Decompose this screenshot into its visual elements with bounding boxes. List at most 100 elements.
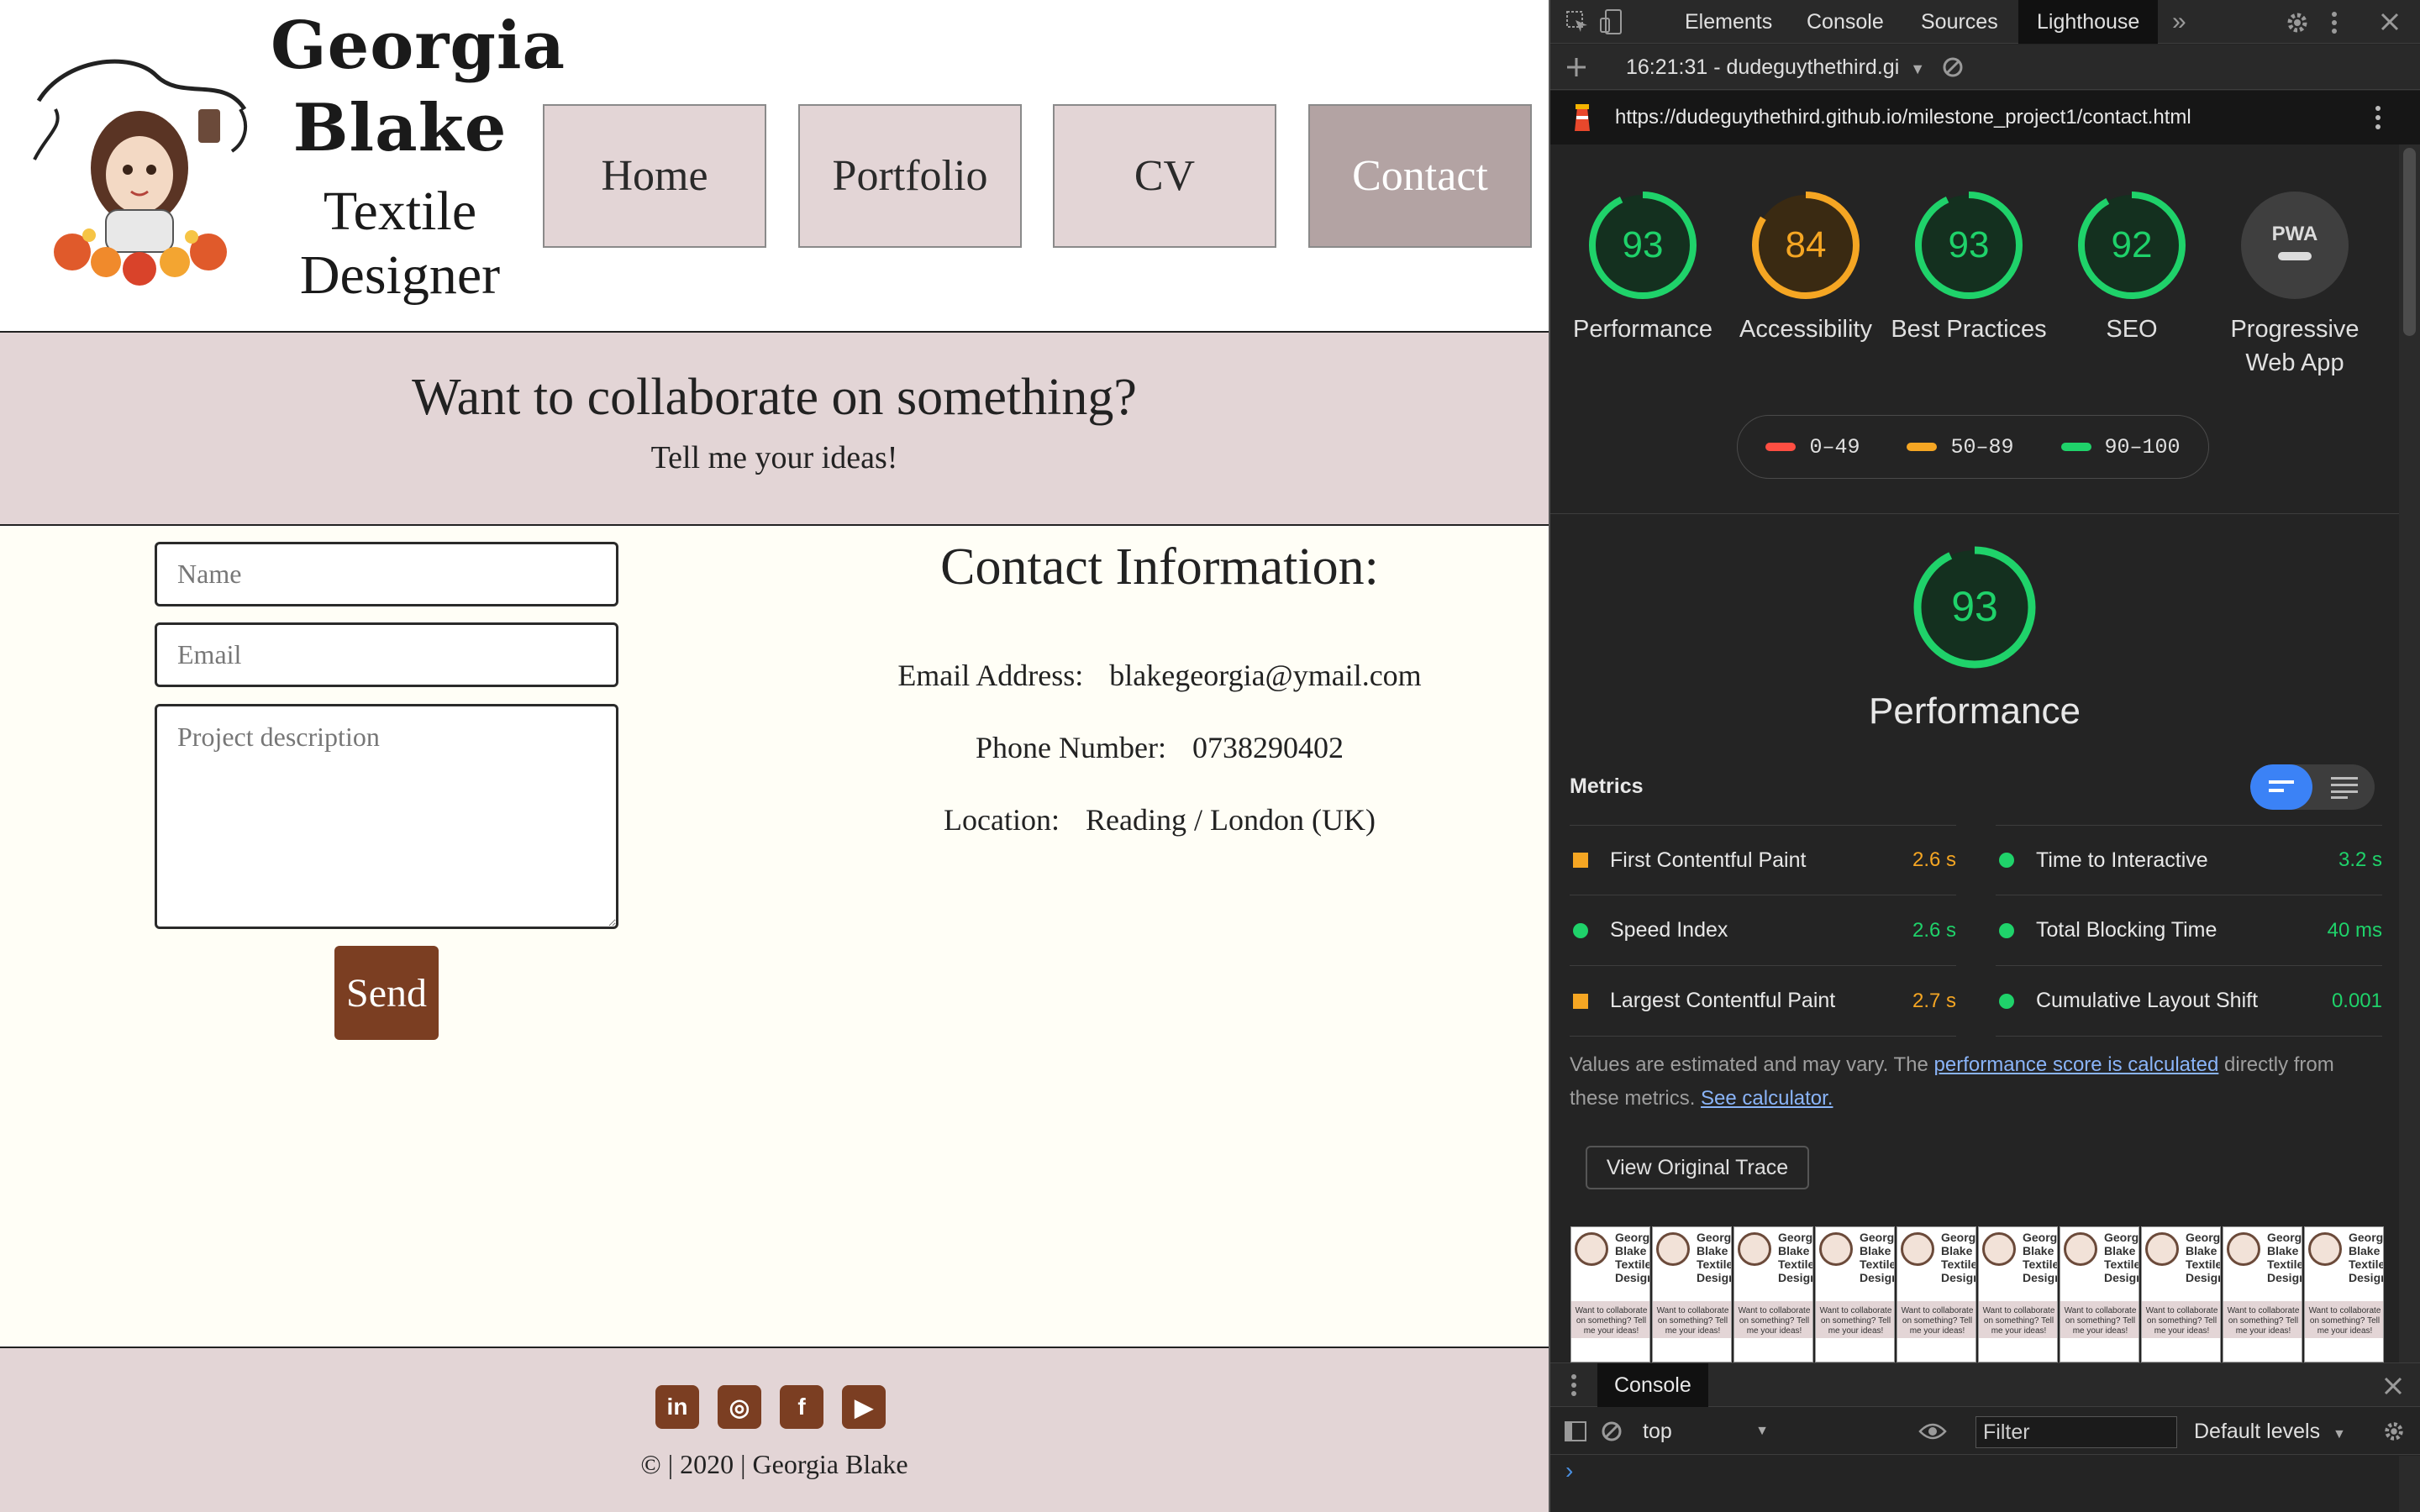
frame-logo [1819,1232,1853,1266]
kebab-menu-icon[interactable] [2330,10,2338,35]
settings-gear-icon[interactable] [2285,10,2310,35]
frame-logo [1901,1232,1934,1266]
linkedin-icon[interactable]: in [655,1385,699,1429]
contact-location-row: Location: Reading / London (UK) [840,784,1479,856]
facebook-icon[interactable]: f [780,1385,823,1429]
performance-title: Performance [1869,690,2081,732]
name-input[interactable] [155,542,618,606]
lighthouse-logo-icon [1575,104,1590,131]
brand-subtitle-2: Designer [299,244,501,306]
performance-section: 93 Performance Metrics First Contentful … [1550,514,2399,1362]
gauge-performance[interactable]: 93 Performance [1561,190,1724,346]
frame-hero-text: Want to collaborate on something? Tell m… [1656,1306,1729,1336]
filmstrip-frame: Georgia Blake Textile Designer Want to co… [2304,1226,2384,1362]
inspect-element-icon[interactable] [1565,10,1589,34]
report-selector[interactable]: 16:21:31 - dudeguythethird.gi ▼ [1626,45,1925,90]
devtools-tab-bar: Elements Console Sources Lighthouse » [1550,0,2420,44]
see-calculator-link[interactable]: See calculator. [1701,1087,1833,1110]
view-original-trace-button[interactable]: View Original Trace [1586,1146,1809,1189]
filmstrip-frame: Georgia Blake Textile Designer Want to co… [1570,1226,1650,1362]
report-scrollbar[interactable] [2399,144,2420,1362]
gauge-seo-value: 92 [2112,224,2153,265]
audited-url[interactable]: https://dudeguythethird.github.io/milest… [1615,91,2191,144]
blake-designs-logo[interactable] [30,42,257,294]
tab-lighthouse[interactable]: Lighthouse [2018,0,2159,44]
contact-location-value: Reading / London (UK) [1086,803,1376,837]
frame-heading: Georgia Blake Textile Designer [1860,1231,1895,1284]
scrollbar-thumb[interactable] [2403,148,2416,336]
legend-pass-range: 90–100 [2104,434,2181,459]
metric-name: Cumulative Layout Shift [2036,989,2259,1012]
device-toolbar-icon[interactable] [1599,8,1624,35]
tab-elements[interactable]: Elements [1685,0,1772,44]
expanded-view-icon [2331,777,2358,799]
contact-email-value: blakegeorgia@ymail.com [1109,659,1422,692]
gauge-seo[interactable]: 92 SEO [2050,190,2213,346]
console-prompt[interactable]: › [1565,1457,1573,1484]
tab-sources[interactable]: Sources [1921,0,1998,44]
frame-logo [1575,1232,1608,1266]
console-scrollbar[interactable] [2399,1456,2420,1512]
more-tabs-icon[interactable]: » [2172,0,2186,44]
gauge-accessibility-value: 84 [1786,224,1827,265]
filmstrip-frame: Georgia Blake Textile Designer Want to co… [1978,1226,2058,1362]
gauge-pwa-label: Progressive Web App [2230,316,2360,376]
send-button[interactable]: Send [334,946,439,1040]
tab-console[interactable]: Console [1807,0,1884,44]
drawer-menu-icon[interactable] [1570,1373,1577,1397]
metric-first-contentful-paint: First Contentful Paint 2.6 s [1570,825,1956,895]
metric-value: 3.2 s [2338,848,2382,871]
contact-email-row: Email Address: blakegeorgia@ymail.com [840,639,1479,711]
frame-logo [2064,1232,2097,1266]
site-header: Georgia Blake Textile Designer Home Port… [0,0,1549,333]
drawer-tab-console[interactable]: Console [1597,1363,1708,1407]
nav-contact[interactable]: Contact [1308,104,1532,248]
project-description-input[interactable] [155,704,618,929]
metric-value: 2.7 s [1912,989,1956,1012]
legend-pass: 90–100 [2060,434,2181,459]
gauge-performance-label: Performance [1572,316,1712,343]
console-drawer: Console top ▼ Default levels ▼ › [1550,1362,2420,1512]
filmstrip-frame: Georgia Blake Textile Designer Want to co… [1652,1226,1732,1362]
clear-console-icon[interactable] [1601,1420,1623,1442]
console-filter-input[interactable] [1975,1416,2177,1448]
nav-portfolio[interactable]: Portfolio [798,104,1022,248]
console-settings-gear-icon[interactable] [2382,1420,2406,1443]
gauge-best-practices[interactable]: 93 Best Practices [1887,190,2050,346]
legend-average: 50–89 [1907,435,2014,459]
filmstrip-frame: Georgia Blake Textile Designer Want to co… [2141,1226,2221,1362]
nav-home[interactable]: Home [543,104,766,248]
live-expression-eye-icon[interactable] [1918,1421,1947,1441]
instagram-icon[interactable]: ◎ [718,1385,761,1429]
report-menu-icon[interactable] [2374,104,2382,131]
frame-logo [1738,1232,1771,1266]
metric-value: 40 ms [2327,918,2382,942]
metrics-view-toggle[interactable] [2250,764,2375,810]
youtube-icon[interactable]: ▶ [842,1385,886,1429]
hero-title: Want to collaborate on something? [412,369,1137,426]
frame-logo [2145,1232,2179,1266]
frame-logo [1982,1232,2016,1266]
metric-name: Time to Interactive [2036,848,2208,872]
metric-value: 2.6 s [1912,918,1956,942]
report-selector-label: 16:21:31 - dudeguythethird.gi [1626,55,1900,79]
gauge-accessibility-ring: 84 [1752,192,1860,299]
log-levels-dropdown[interactable]: Default levels ▼ [2194,1408,2346,1455]
sidebar-toggle-icon[interactable] [1564,1420,1587,1442]
pass-circle-icon [1999,922,2014,938]
context-selector[interactable]: top ▼ [1643,1408,1769,1455]
gauge-accessibility[interactable]: 84 Accessibility [1724,190,1887,346]
close-devtools-icon[interactable] [2380,12,2400,32]
average-square-icon [1573,853,1588,868]
gauge-pwa[interactable]: PWA Progressive Web App [2213,190,2376,380]
clear-reports-icon[interactable] [1942,56,1964,78]
frame-hero-text: Want to collaborate on something? Tell m… [1575,1306,1648,1336]
close-drawer-icon[interactable] [2384,1377,2402,1395]
email-input[interactable] [155,622,618,687]
new-report-plus-icon[interactable] [1565,56,1587,78]
metrics-title: Metrics [1570,774,1644,798]
social-links: in ◎ f ▶ [655,1385,886,1429]
score-calculation-link[interactable]: performance score is calculated [1934,1053,2219,1076]
contact-title: Contact Information: [940,538,1379,596]
nav-cv[interactable]: CV [1053,104,1276,248]
